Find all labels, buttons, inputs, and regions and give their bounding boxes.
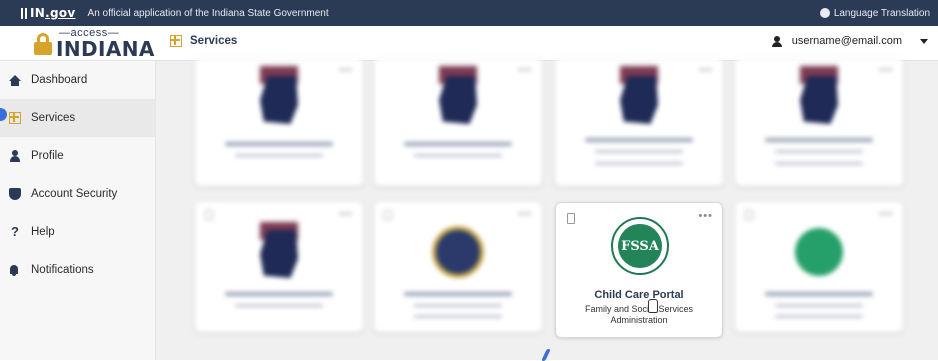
sidebar-item-notifications[interactable]: Notifications bbox=[0, 251, 155, 289]
sidebar-item-label: Services bbox=[31, 112, 76, 124]
service-card[interactable]: ••• bbox=[555, 58, 723, 186]
fssa-logo-text: FSSA bbox=[618, 224, 662, 268]
app-header: —access— INDIANA Services username@email… bbox=[0, 26, 938, 61]
hand-cursor-icon bbox=[648, 299, 658, 313]
favorite-icon bbox=[205, 210, 213, 220]
page-title-text: Services bbox=[190, 35, 238, 47]
indiana-state-icon bbox=[800, 76, 838, 124]
in-gov-logo-suffix: .gov bbox=[45, 6, 76, 20]
favorite-icon bbox=[745, 210, 753, 220]
card-subtitle-placeholder bbox=[235, 304, 323, 307]
language-translation-label: Language Translation bbox=[833, 7, 930, 19]
card-subtitle-placeholder bbox=[775, 162, 863, 165]
sidebar-item-label: Help bbox=[31, 226, 55, 238]
card-subtitle-placeholder bbox=[775, 150, 863, 153]
more-icon: ••• bbox=[879, 209, 893, 220]
sidebar-item-account-security[interactable]: Account Security bbox=[0, 175, 155, 213]
user-email: username@email.com bbox=[791, 35, 902, 47]
bell-icon bbox=[9, 264, 21, 276]
card-subtitle-placeholder bbox=[595, 150, 683, 153]
card-subtitle-placeholder bbox=[775, 315, 863, 318]
card-subtitle-placeholder bbox=[414, 154, 502, 157]
indiana-state-icon bbox=[260, 230, 298, 278]
in-gov-logo[interactable]: IN .gov bbox=[21, 6, 76, 20]
in-gov-logo-mark bbox=[21, 7, 27, 19]
more-icon: ••• bbox=[339, 209, 353, 220]
card-title-placeholder bbox=[404, 142, 512, 146]
more-options-icon[interactable]: ••• bbox=[698, 210, 713, 222]
gov-banner: IN .gov An official application of the In… bbox=[0, 0, 938, 26]
language-translation-button[interactable]: Language Translation bbox=[819, 0, 930, 26]
logo-indiana-text: INDIANA bbox=[56, 37, 155, 61]
sidebar-item-dashboard[interactable]: Dashboard bbox=[0, 61, 155, 99]
card-title-placeholder bbox=[765, 292, 873, 296]
more-icon: ••• bbox=[699, 65, 713, 76]
sidebar-item-profile[interactable]: Profile bbox=[0, 137, 155, 175]
sidebar: Dashboard Services Profile Account Secur… bbox=[0, 61, 156, 360]
card-title-placeholder bbox=[585, 138, 693, 142]
card-subtitle-placeholder bbox=[414, 315, 502, 318]
sidebar-item-services[interactable]: Services bbox=[0, 99, 155, 137]
more-icon: ••• bbox=[518, 209, 532, 220]
sidebar-item-label: Dashboard bbox=[31, 74, 88, 86]
access-indiana-logo[interactable]: —access— INDIANA bbox=[34, 27, 154, 61]
card-subtitle: Family and Social Services Administratio… bbox=[584, 304, 694, 325]
card-subtitle-placeholder bbox=[595, 162, 683, 165]
person-icon bbox=[771, 35, 782, 47]
service-card[interactable]: ••• bbox=[735, 58, 903, 186]
card-subtitle-placeholder bbox=[414, 304, 502, 307]
card-title: Child Care Portal bbox=[594, 289, 684, 301]
page-title: Services bbox=[170, 35, 237, 47]
favorite-icon[interactable] bbox=[567, 213, 575, 224]
service-card-child-care-portal[interactable]: ••• FSSA Child Care Portal Family and So… bbox=[555, 202, 723, 338]
card-title-placeholder bbox=[765, 138, 873, 142]
sidebar-item-label: Profile bbox=[31, 150, 64, 162]
indiana-state-icon bbox=[620, 76, 658, 124]
state-seal-icon bbox=[432, 226, 484, 278]
indiana-state-icon bbox=[260, 76, 298, 124]
sidebar-item-help[interactable]: ? Help bbox=[0, 213, 155, 251]
grid-icon bbox=[170, 35, 182, 47]
sidebar-item-label: Notifications bbox=[31, 264, 94, 276]
home-icon bbox=[9, 74, 21, 86]
service-card[interactable]: ••• bbox=[195, 202, 363, 332]
sidebar-item-label: Account Security bbox=[31, 188, 118, 200]
card-title-placeholder bbox=[404, 292, 512, 296]
gov-banner-text: An official application of the Indiana S… bbox=[87, 7, 329, 19]
service-card[interactable]: ••• bbox=[195, 58, 363, 186]
service-card[interactable]: ••• bbox=[374, 58, 542, 186]
in-gov-logo-prefix: IN bbox=[30, 6, 46, 20]
fssa-logo-icon: FSSA bbox=[611, 217, 669, 275]
more-icon: ••• bbox=[518, 65, 532, 76]
card-subtitle-placeholder bbox=[235, 154, 323, 157]
person-icon bbox=[9, 150, 21, 162]
favorite-icon bbox=[384, 210, 392, 220]
globe-icon bbox=[819, 8, 830, 18]
green-logo-icon bbox=[795, 228, 843, 276]
shield-icon bbox=[9, 188, 21, 200]
lock-icon bbox=[34, 33, 52, 55]
service-card[interactable]: ••• bbox=[374, 202, 542, 332]
card-title-placeholder bbox=[225, 292, 333, 296]
card-subtitle-placeholder bbox=[775, 304, 863, 307]
more-icon: ••• bbox=[879, 65, 893, 76]
grid-icon bbox=[9, 112, 21, 124]
indiana-state-icon bbox=[439, 76, 477, 124]
service-card[interactable]: ••• bbox=[735, 202, 903, 332]
card-title-placeholder bbox=[225, 142, 333, 146]
question-icon: ? bbox=[11, 224, 19, 239]
more-icon: ••• bbox=[339, 65, 353, 76]
chevron-down-icon bbox=[920, 38, 928, 44]
user-menu[interactable]: username@email.com bbox=[771, 35, 928, 47]
